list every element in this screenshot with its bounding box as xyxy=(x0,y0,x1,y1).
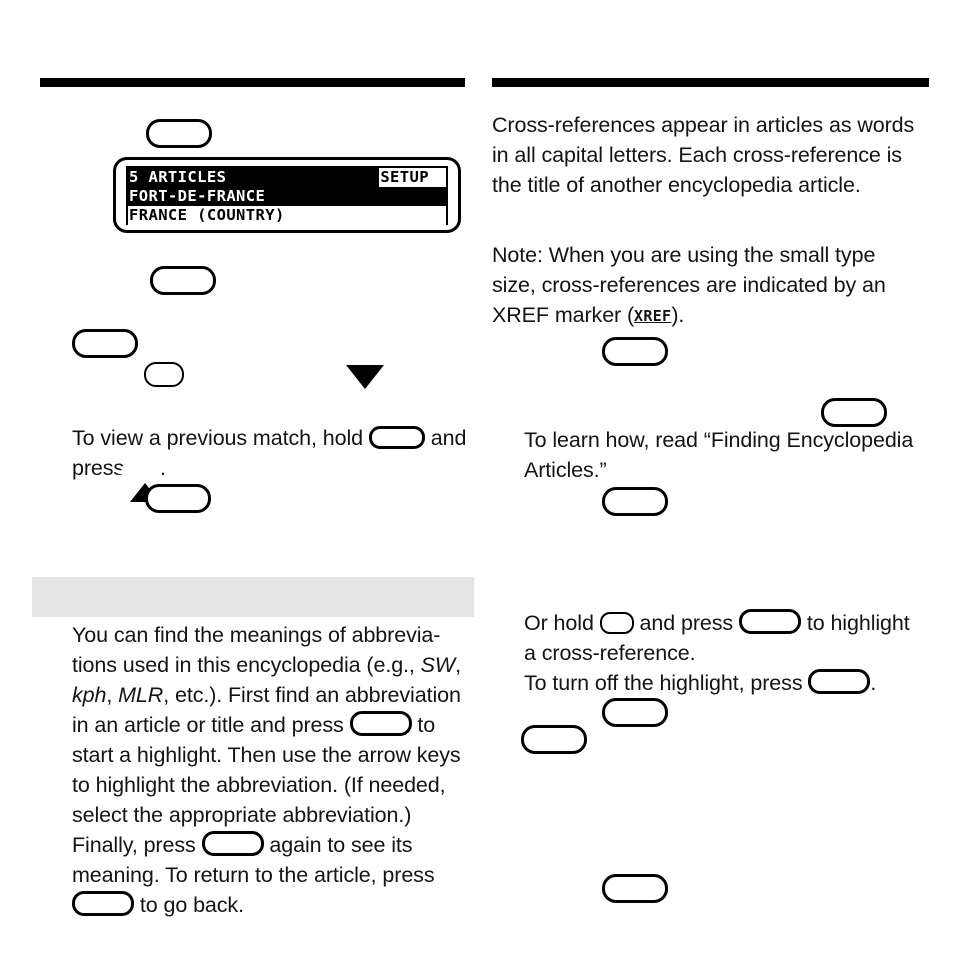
key-button-blank[interactable] xyxy=(72,891,134,916)
key-button-blank[interactable] xyxy=(349,711,412,736)
or-hold-text-b: and press xyxy=(633,611,739,635)
right-column: Cross-references appear in articles as w… xyxy=(492,0,929,954)
key-button-blank[interactable] xyxy=(201,831,264,856)
turn-off-text-b: . xyxy=(870,671,877,695)
key-button-blank-small[interactable] xyxy=(144,362,184,387)
abbrev-mlr: MLR xyxy=(118,683,164,707)
paragraph-cross-references: Cross-references appear in articles as w… xyxy=(492,113,915,197)
note-text-b: ). xyxy=(671,303,685,327)
abbrev-sw: SW xyxy=(420,653,456,677)
key-button-blank[interactable] xyxy=(72,329,138,358)
lcd-screen-article-list: 5 ARTICLES SETUP FORT-DE-FRANCE FRANCE (… xyxy=(113,157,461,233)
key-button-blank[interactable] xyxy=(602,337,668,366)
previous-match-text-a: To view a previous match, hold xyxy=(72,426,369,450)
paragraph-abbreviations: You can find the meanings of abbrevia­ti… xyxy=(72,620,472,920)
key-button-blank[interactable] xyxy=(521,725,587,754)
paragraph-note: Note: When you are using the small type … xyxy=(492,240,922,331)
paragraph-turn-off-highlight: To turn off the highlight, press . xyxy=(524,668,924,698)
lcd-setup-label: SETUP xyxy=(379,168,430,187)
xref-marker: XREF xyxy=(634,307,672,325)
arrow-down-icon[interactable] xyxy=(330,343,384,394)
column-rule-right xyxy=(492,78,929,87)
paragraph-previous-match: To view a previous match, hold and press… xyxy=(72,423,472,502)
paragraph-learn-how: To learn how, read “Finding Ency­clopedi… xyxy=(524,428,914,482)
lcd-header-row: 5 ARTICLES SETUP xyxy=(128,168,446,187)
lcd-article-count: 5 ARTICLES xyxy=(128,168,228,187)
key-button-blank-narrow[interactable] xyxy=(599,612,634,634)
key-button-blank[interactable] xyxy=(150,266,216,295)
key-button-blank[interactable] xyxy=(821,398,887,427)
column-rule-left xyxy=(40,78,465,87)
lcd-header-fill xyxy=(227,168,380,187)
paragraph-or-hold: Or hold and press to highlight a cross-r… xyxy=(524,608,924,668)
lcd-row-selected-label: FORT-DE-FRANCE xyxy=(129,187,266,206)
lcd-row-item-label: FRANCE (COUNTRY) xyxy=(129,206,285,225)
manual-page: 5 ARTICLES SETUP FORT-DE-FRANCE FRANCE (… xyxy=(0,0,954,954)
turn-off-text-a: To turn off the highlight, press xyxy=(524,671,809,695)
key-button-blank[interactable] xyxy=(368,426,425,449)
lcd-header-pad xyxy=(430,168,446,187)
key-button-blank[interactable] xyxy=(602,874,668,903)
lcd-screen-bezel: 5 ARTICLES SETUP FORT-DE-FRANCE FRANCE (… xyxy=(126,166,448,225)
abbrev-text-a: You can find the meanings of abbrevia­ti… xyxy=(72,623,441,677)
arrow-up-icon[interactable] xyxy=(117,456,160,502)
lcd-row-item[interactable]: FRANCE (COUNTRY) xyxy=(128,206,446,225)
abbrev-kph: kph xyxy=(72,683,107,707)
key-button-blank[interactable] xyxy=(602,698,668,727)
key-button-blank[interactable] xyxy=(146,119,212,148)
key-button-blank[interactable] xyxy=(602,487,668,516)
abbrev-text-e: to go back. xyxy=(134,893,244,917)
left-column: 5 ARTICLES SETUP FORT-DE-FRANCE FRANCE (… xyxy=(32,0,474,954)
previous-match-text-c: . xyxy=(159,456,166,480)
key-button-blank[interactable] xyxy=(145,484,211,513)
lcd-row-selected[interactable]: FORT-DE-FRANCE xyxy=(128,187,446,206)
section-heading-band xyxy=(32,577,474,617)
abbrev-sep-1: , xyxy=(455,653,461,677)
or-hold-text-a: Or hold xyxy=(524,611,600,635)
note-text-a: Note: When you are using the small type … xyxy=(492,243,886,327)
key-button-blank[interactable] xyxy=(808,669,871,694)
key-button-blank[interactable] xyxy=(738,609,801,634)
abbrev-sep-2: , xyxy=(106,683,119,707)
